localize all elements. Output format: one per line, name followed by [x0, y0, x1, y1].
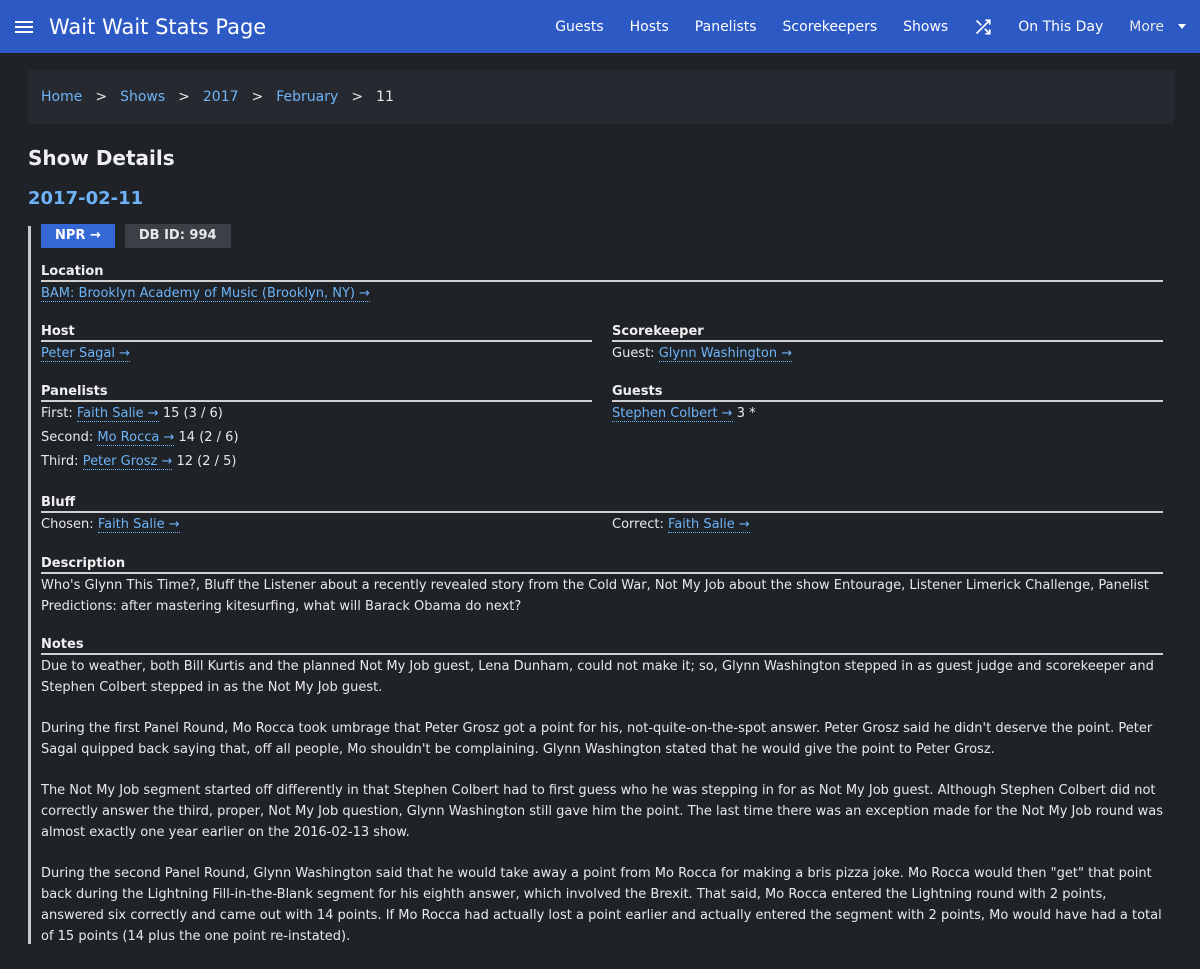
- bluff-correct: Correct: Faith Salie →: [612, 513, 750, 537]
- breadcrumb-separator: >: [251, 89, 264, 105]
- menu-icon[interactable]: [15, 20, 33, 33]
- shuffle-icon[interactable]: [974, 18, 992, 36]
- panelist-position: First:: [41, 406, 73, 421]
- panelist-score: 14 (2 / 6): [178, 430, 239, 445]
- notes-paragraph: During the first Panel Round, Mo Rocca t…: [41, 721, 1153, 757]
- scorekeeper-prefix: Guest:: [612, 346, 655, 361]
- panelist-position: Second:: [41, 430, 94, 445]
- page-title: Show Details: [28, 146, 175, 170]
- scorekeeper-section: Scorekeeper Guest: Glynn Washington →: [612, 324, 1163, 366]
- breadcrumb: Home > Shows > 2017 > February > 11: [28, 70, 1174, 124]
- notes-paragraph: Due to weather, both Bill Kurtis and the…: [41, 659, 1154, 695]
- nav-more-label: More: [1129, 18, 1164, 35]
- bluff-correct-prefix: Correct:: [612, 517, 664, 532]
- db-id-badge: DB ID: 994: [124, 224, 231, 248]
- guests-section: Guests Stephen Colbert → 3 *: [612, 384, 1163, 426]
- nav-shows[interactable]: Shows: [890, 19, 961, 35]
- show-date-link[interactable]: 2017-02-11: [28, 188, 143, 209]
- scorekeeper-link[interactable]: Glynn Washington →: [658, 346, 793, 362]
- bluff-chosen-link[interactable]: Faith Salie →: [97, 517, 180, 533]
- nav-on-this-day[interactable]: On This Day: [1005, 19, 1116, 35]
- npr-link-badge[interactable]: NPR →: [41, 224, 115, 248]
- site-brand[interactable]: Wait Wait Stats Page: [49, 15, 266, 39]
- panelist-score: 15 (3 / 6): [162, 406, 223, 421]
- nav-links: Guests Hosts Panelists Scorekeepers Show…: [542, 0, 1200, 53]
- badge-row: NPR → DB ID: 994: [41, 224, 231, 248]
- breadcrumb-separator: >: [178, 89, 190, 105]
- breadcrumb-home[interactable]: Home: [41, 89, 82, 105]
- nav-more-dropdown[interactable]: More: [1116, 19, 1186, 35]
- bluff-section: Bluff Chosen: Faith Salie → Correct: Fai…: [41, 495, 1163, 537]
- nav-panelists[interactable]: Panelists: [682, 19, 770, 35]
- breadcrumb-current: 11: [376, 89, 394, 105]
- notes-paragraph: The Not My Job segment started off diffe…: [41, 783, 1163, 840]
- location-link[interactable]: BAM: Brooklyn Academy of Music (Brooklyn…: [41, 286, 370, 302]
- panelist-row: Second: Mo Rocca → 14 (2 / 6): [41, 426, 592, 450]
- breadcrumb-year[interactable]: 2017: [203, 89, 239, 105]
- host-link[interactable]: Peter Sagal →: [41, 346, 131, 362]
- breadcrumb-separator: >: [95, 89, 108, 105]
- notes-section: Notes Due to weather, both Bill Kurtis a…: [41, 637, 1163, 947]
- panelist-link[interactable]: Mo Rocca →: [97, 430, 175, 446]
- navbar: Wait Wait Stats Page Guests Hosts Paneli…: [0, 0, 1200, 53]
- host-heading: Host: [41, 324, 592, 342]
- nav-guests[interactable]: Guests: [542, 19, 616, 35]
- nav-hosts[interactable]: Hosts: [617, 19, 682, 35]
- panelist-link[interactable]: Faith Salie →: [76, 406, 159, 422]
- breadcrumb-month[interactable]: February: [276, 89, 338, 105]
- description-heading: Description: [41, 556, 1163, 574]
- panelist-row: Third: Peter Grosz → 12 (2 / 5): [41, 450, 592, 474]
- guests-heading: Guests: [612, 384, 1163, 402]
- description-section: Description Who's Glynn This Time?, Bluf…: [41, 556, 1163, 617]
- panelist-row: First: Faith Salie → 15 (3 / 6): [41, 402, 592, 426]
- bluff-chosen-prefix: Chosen:: [41, 517, 94, 532]
- panelist-score: 12 (2 / 5): [176, 454, 237, 469]
- panelists-section: Panelists First: Faith Salie → 15 (3 / 6…: [41, 384, 592, 474]
- notes-heading: Notes: [41, 637, 1163, 655]
- breadcrumb-shows[interactable]: Shows: [120, 89, 165, 105]
- host-section: Host Peter Sagal →: [41, 324, 592, 366]
- breadcrumb-separator: >: [351, 89, 364, 105]
- scorekeeper-heading: Scorekeeper: [612, 324, 1163, 342]
- nav-scorekeepers[interactable]: Scorekeepers: [770, 19, 891, 35]
- show-details-panel: NPR → DB ID: 994 Location BAM: Brooklyn …: [28, 224, 1174, 947]
- panelist-link[interactable]: Peter Grosz →: [82, 454, 173, 470]
- location-section: Location BAM: Brooklyn Academy of Music …: [41, 264, 1163, 306]
- caret-down-icon: [1178, 24, 1186, 29]
- bluff-correct-link[interactable]: Faith Salie →: [667, 517, 750, 533]
- notes-paragraph: During the second Panel Round, Glynn Was…: [41, 866, 1162, 944]
- panelists-heading: Panelists: [41, 384, 592, 402]
- location-heading: Location: [41, 264, 1163, 282]
- bluff-heading: Bluff: [41, 495, 1163, 513]
- panelist-position: Third:: [41, 454, 79, 469]
- description-text: Who's Glynn This Time?, Bluff the Listen…: [41, 578, 1149, 614]
- guest-score: 3 *: [736, 406, 756, 421]
- guest-link[interactable]: Stephen Colbert →: [612, 406, 733, 422]
